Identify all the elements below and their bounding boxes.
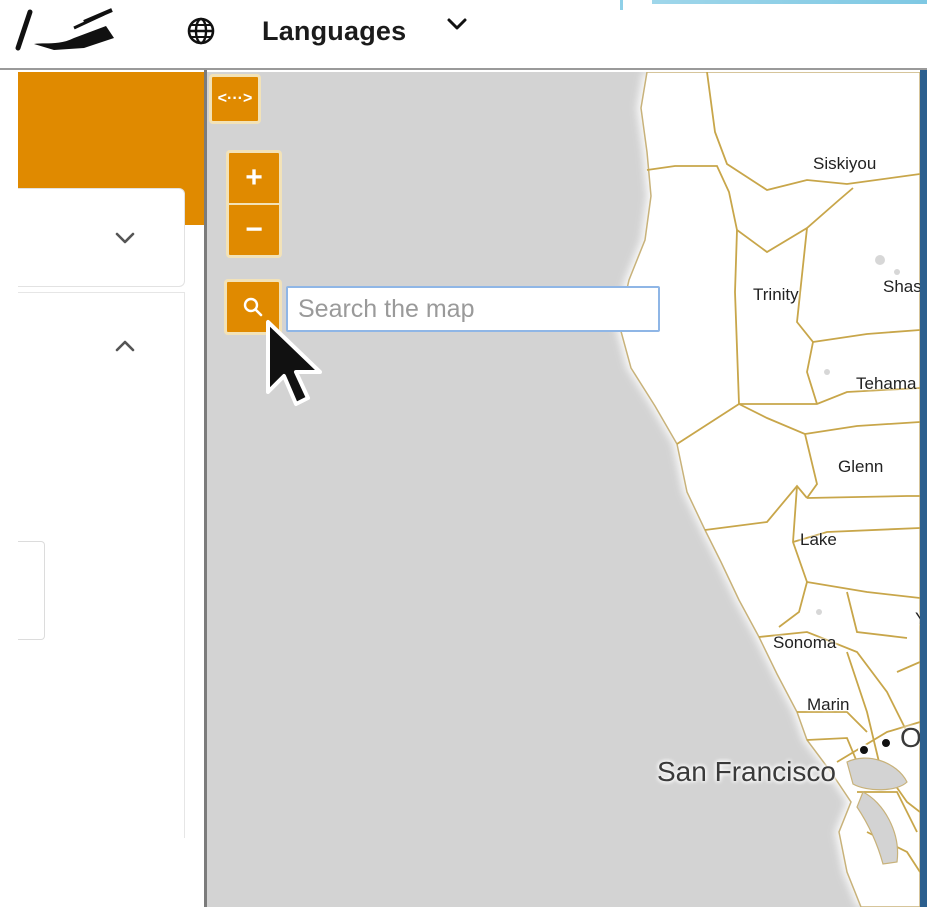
zoom-in-button[interactable]: +: [229, 153, 279, 203]
panel-input-box[interactable]: [18, 541, 45, 640]
zoom-out-button[interactable]: −: [229, 205, 279, 255]
right-edge-border: [920, 70, 927, 907]
chevron-up-icon[interactable]: [114, 339, 136, 353]
county-label-siskiyou: Siskiyou: [813, 154, 877, 173]
county-label-sonoma: Sonoma: [773, 633, 837, 652]
mouse-cursor-icon: [266, 320, 322, 406]
county-label-shasta: Shas: [883, 277, 920, 296]
chevron-down-icon[interactable]: [446, 16, 468, 34]
search-icon: [243, 297, 263, 317]
city-label-oakland: O: [900, 722, 920, 753]
collapsed-section-card[interactable]: [18, 188, 185, 287]
city-label-san-francisco: San Francisco: [657, 756, 836, 787]
county-label-marin: Marin: [807, 695, 850, 714]
top-accent-divider: [620, 0, 623, 10]
zoom-controls: + −: [226, 150, 282, 258]
map-search-input[interactable]: [286, 286, 660, 332]
top-bar: Languages: [0, 0, 927, 70]
globe-icon[interactable]: [186, 16, 216, 46]
county-label-glenn: Glenn: [838, 457, 884, 476]
county-label-trinity: Trinity: [753, 285, 799, 304]
map-canvas[interactable]: Siskiyou Trinity Shas Tehama Glenn Lake …: [207, 72, 920, 907]
expand-map-button[interactable]: <···>: [209, 74, 261, 124]
county-label-lake: Lake: [800, 530, 837, 549]
chevron-down-icon[interactable]: [114, 231, 136, 245]
languages-menu-label[interactable]: Languages: [262, 16, 406, 47]
county-label-tehama: Tehama: [856, 374, 917, 393]
top-accent-bar: [652, 0, 927, 4]
hand-writing-icon[interactable]: [14, 8, 124, 52]
expand-arrows-icon: <···>: [217, 90, 253, 107]
